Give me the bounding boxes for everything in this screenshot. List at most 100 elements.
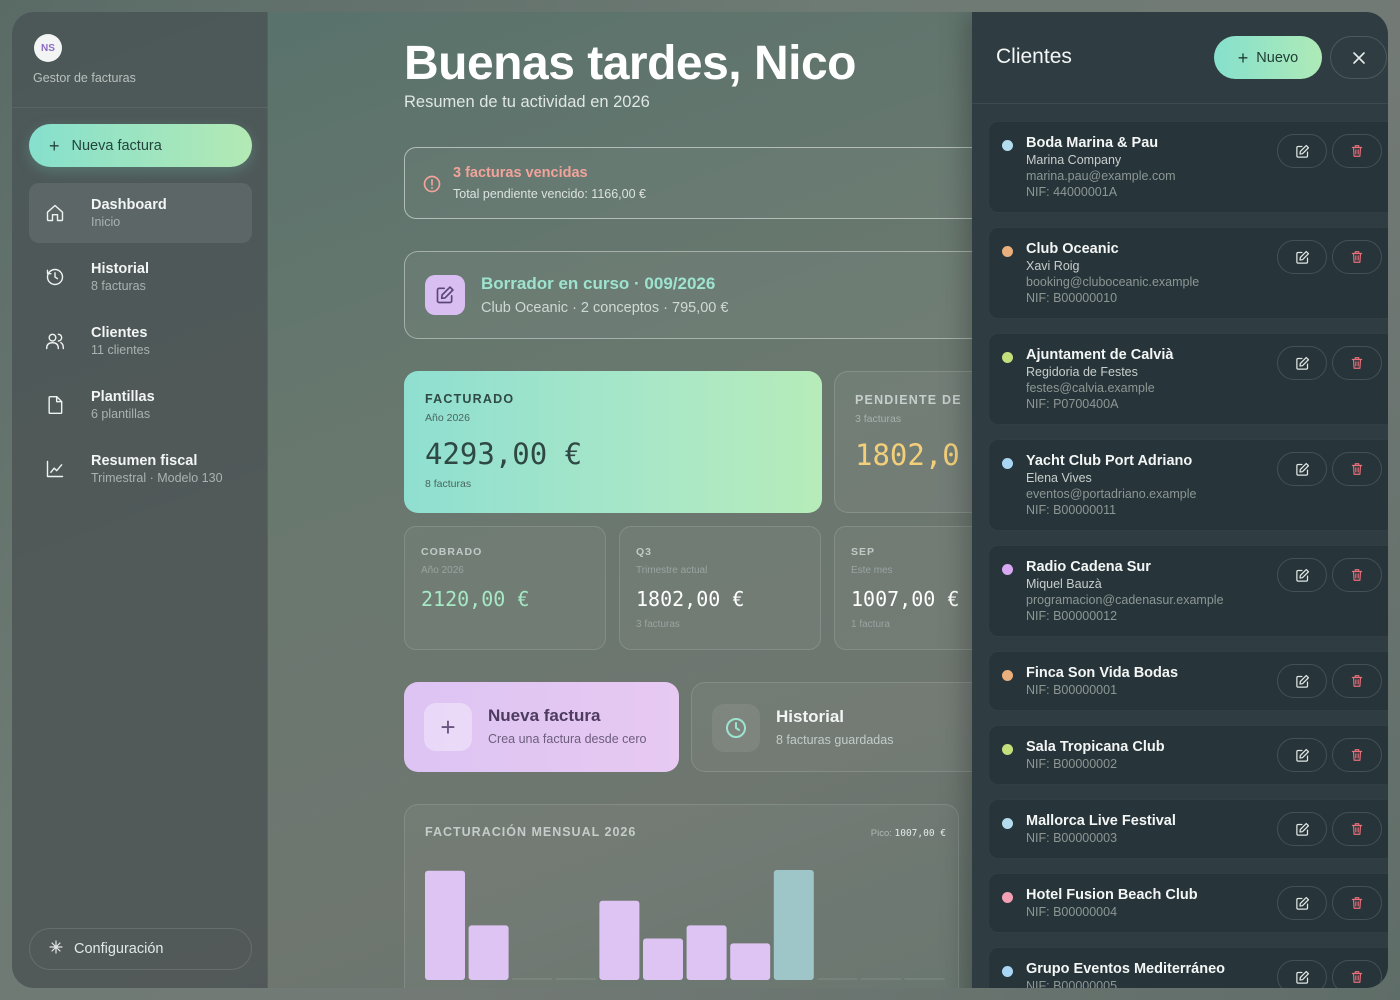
users-icon [43,329,67,353]
delete-client-button[interactable] [1332,886,1382,920]
edit-client-button[interactable] [1277,812,1327,846]
edit-client-button[interactable] [1277,738,1327,772]
kpi-mes: SEP Este mes 1007,00 € 1 factura [834,526,994,650]
client-email: marina.pau@example.com [1026,169,1176,183]
edit-icon [1295,674,1309,688]
draft-title: Borrador en curso · 009/2026 [481,274,716,293]
sidebar-item-clientes[interactable]: Clientes 11 clientes [29,311,252,371]
client-card[interactable]: Grupo Eventos Mediterráneo NIF: B00000005 [988,947,1388,988]
draft-card[interactable]: Borrador en curso · 009/2026 Club Oceani… [404,251,984,339]
sidebar-item-resumen-fiscal[interactable]: Resumen fiscal Trimestral · Modelo 130 [29,439,252,499]
new-invoice-button[interactable]: + Nueva factura [29,124,252,167]
kpi-sub: Año 2026 [421,565,464,576]
kpi-pendiente: PENDIENTE DE 3 facturas 1802,0 [834,371,994,513]
close-button[interactable] [1330,36,1387,79]
edit-client-button[interactable] [1277,134,1327,168]
sidebar-item-dashboard[interactable]: Dashboard Inicio [29,183,252,243]
history-icon [712,704,760,752]
delete-client-button[interactable] [1332,240,1382,274]
client-color-dot [1002,564,1013,575]
close-icon [1352,51,1365,64]
kpi-facturado: FACTURADO Año 2026 4293,00 € 8 facturas [404,371,822,513]
action-sub: Crea una factura desde cero [488,732,647,746]
client-name: Grupo Eventos Mediterráneo [1026,961,1226,977]
app-window: NS Gestor de facturas + Nueva factura Da… [12,12,1388,988]
brand-subtitle: Gestor de facturas [33,71,136,85]
home-icon [43,201,67,225]
delete-client-button[interactable] [1332,738,1382,772]
client-card[interactable]: Boda Marina & Pau Marina Company marina.pa… [988,121,1388,213]
delete-client-button[interactable] [1332,664,1382,698]
client-nif: NIF: 44000001A [1026,185,1118,199]
client-contact: Xavi Roig [1026,259,1080,273]
client-nif: NIF: B00000012 [1026,609,1118,623]
kpi-label: Q3 [636,546,653,558]
clients-panel: Clientes + Nuevo Boda Marina & Pau Marina… [972,12,1388,988]
kpi-foot: 8 facturas [425,478,472,490]
client-card[interactable]: Radio Cadena Sur Miquel Bauzà programacion… [988,545,1388,637]
edit-client-button[interactable] [1277,960,1327,988]
kpi-label: SEP [851,546,876,558]
delete-client-button[interactable] [1332,452,1382,486]
chart-bar [686,925,727,980]
chart-bar [643,938,683,980]
edit-client-button[interactable] [1277,886,1327,920]
sidebar-item-sub: Trimestral · Modelo 130 [91,471,223,485]
edit-client-button[interactable] [1277,346,1327,380]
client-card[interactable]: Finca Son Vida Bodas NIF: B00000001 [988,651,1388,711]
delete-client-button[interactable] [1332,346,1382,380]
delete-client-button[interactable] [1332,960,1382,988]
edit-icon [1295,748,1309,762]
kpi-label: FACTURADO [425,392,515,406]
client-nif: NIF: B00000005 [1026,979,1118,988]
edit-icon [1295,822,1309,836]
client-card[interactable]: Yacht Club Port Adriano Elena Vives evento… [988,439,1388,531]
edit-icon [425,275,465,315]
settings-button[interactable]: Configuración [29,928,252,970]
chart-bar [773,870,814,980]
client-card[interactable]: Hotel Fusion Beach Club NIF: B00000004 [988,873,1388,933]
kpi-sub: Año 2026 [425,412,470,424]
client-name: Mallorca Live Festival [1026,813,1176,829]
action-title: Nueva factura [488,706,601,725]
edit-icon [1295,462,1309,476]
new-client-button[interactable]: + Nuevo [1214,36,1322,79]
client-card[interactable]: Sala Tropicana Club NIF: B00000002 [988,725,1388,785]
draft-detail: Club Oceanic · 2 conceptos · 795,00 € [481,300,729,316]
client-card[interactable]: Mallorca Live Festival NIF: B00000003 [988,799,1388,859]
client-card[interactable]: Ajuntament de Calvià Regidoria de Festes f… [988,333,1388,425]
delete-client-button[interactable] [1332,812,1382,846]
panel-divider [972,103,1388,104]
panel-title: Clientes [996,45,1072,68]
edit-client-button[interactable] [1277,240,1327,274]
edit-icon [1295,356,1309,370]
page-title: Buenas tardes, Nico [404,37,856,90]
edit-client-button[interactable] [1277,452,1327,486]
chart-bar [599,900,640,980]
delete-client-button[interactable] [1332,134,1382,168]
client-name: Yacht Club Port Adriano [1026,453,1193,469]
trash-icon [1351,251,1363,263]
sidebar-item-historial[interactable]: Historial 8 facturas [29,247,252,307]
alert-circle-icon [423,175,441,193]
sidebar-item-plantillas[interactable]: Plantillas 6 plantillas [29,375,252,435]
sidebar-divider [12,107,268,108]
client-color-dot [1002,246,1013,257]
delete-client-button[interactable] [1332,558,1382,592]
client-nif: NIF: P0700400A [1026,397,1119,411]
kpi-value: 2120,00 € [421,587,530,611]
overdue-alert[interactable]: 3 facturas vencidas Total pendiente venc… [404,147,984,219]
new-invoice-action[interactable]: + Nueva factura Crea una factura desde c… [404,682,679,772]
trash-icon [1351,897,1363,909]
history-action[interactable]: Historial 8 facturas guardadas [691,682,991,772]
avatar[interactable]: NS [34,34,62,62]
client-name: Ajuntament de Calvià [1026,347,1174,363]
edit-client-button[interactable] [1277,558,1327,592]
trash-icon [1351,749,1363,761]
kpi-sub: Trimestre actual [636,565,708,576]
client-color-dot [1002,818,1013,829]
chart-bar-empty [555,978,596,980]
client-card[interactable]: Club Oceanic Xavi Roig booking@cluboceanic… [988,227,1388,319]
chart-bar [468,925,509,980]
edit-client-button[interactable] [1277,664,1327,698]
